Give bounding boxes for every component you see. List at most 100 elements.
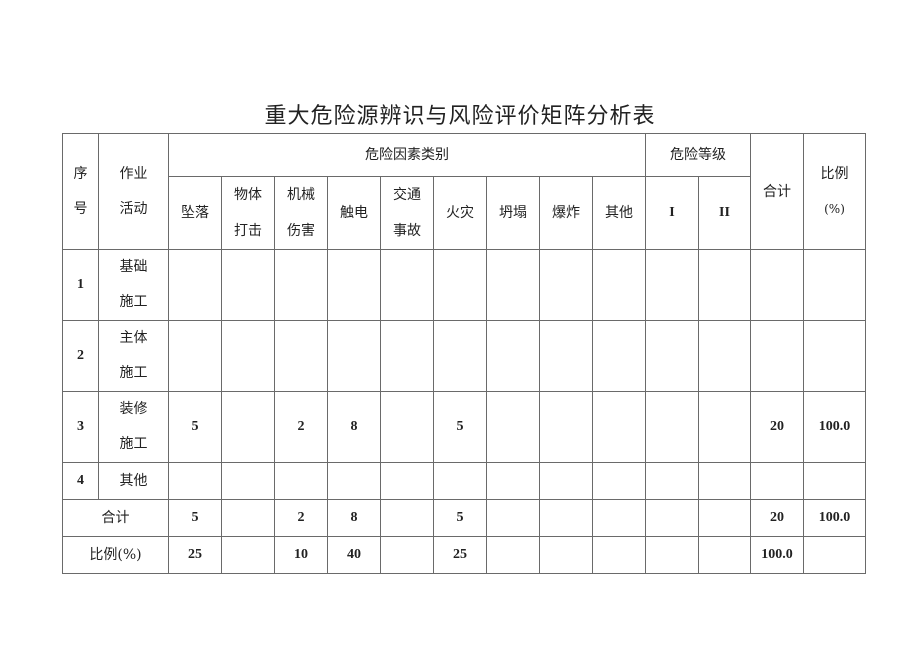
header-hazard-type-line: 事故 (393, 223, 421, 239)
row-seq: 1 (62, 249, 99, 321)
sum-row-ratio: 100.0 (803, 499, 866, 537)
table-cell (592, 499, 646, 537)
header-ratio-line: 比例 (820, 165, 849, 182)
header-hazard-type-line: 交通 (393, 187, 421, 203)
header-ratio: 比例 (%) (803, 133, 866, 250)
header-hazard-type: 物体 打击 (221, 176, 275, 250)
table-cell (221, 320, 275, 392)
table-cell (645, 536, 699, 574)
header-row-1: 序 号 作业 活动 危险因素类别 危险等级 合计 比例 (%) (62, 133, 866, 250)
header-hazard-type-line: 火灾 (446, 205, 474, 221)
table-cell (592, 536, 646, 574)
row-activity-line: 主体 (119, 330, 148, 346)
table-row: 4 其他 (62, 462, 866, 500)
row-activity: 其他 (98, 462, 169, 500)
table-cell (168, 320, 222, 392)
table-cell (592, 249, 646, 321)
sum-row: 合计 5 2 8 5 20 100.0 (62, 499, 866, 537)
table-cell: 5 (433, 499, 487, 537)
table-cell: 2 (274, 499, 328, 537)
table-cell: 8 (327, 499, 381, 537)
row-total (750, 320, 804, 392)
table-cell (486, 536, 540, 574)
table-cell (433, 320, 487, 392)
row-activity-line: 其他 (119, 472, 148, 489)
header-hazard-type-line: 坍塌 (499, 205, 527, 221)
table-cell (327, 320, 381, 392)
table-cell (698, 391, 751, 463)
header-activity-line: 活动 (119, 200, 148, 217)
table-cell (539, 320, 593, 392)
table-cell (592, 391, 646, 463)
table-cell (380, 391, 434, 463)
table-cell (327, 249, 381, 321)
table-cell: 5 (168, 391, 222, 463)
header-hazard-type: 爆炸 (539, 176, 593, 250)
header-activity: 作业 活动 (98, 133, 169, 250)
header-hazard-type-line: 其他 (605, 205, 633, 221)
row-total: 20 (750, 391, 804, 463)
header-hazard-type: 火灾 (433, 176, 487, 250)
table-row: 2 主体 施工 (62, 320, 866, 392)
row-ratio (803, 249, 866, 321)
header-seq: 序 号 (62, 133, 99, 250)
header-level: II (698, 176, 751, 250)
row-ratio (803, 320, 866, 392)
table-cell (698, 320, 751, 392)
header-seq-line: 号 (73, 200, 88, 217)
header-hazard-type: 坍塌 (486, 176, 540, 250)
sum-row-label: 合计 (62, 499, 169, 537)
table-cell (698, 462, 751, 500)
table-cell (539, 536, 593, 574)
table-row: 3 装修 施工 5 2 8 5 20 100.0 (62, 391, 866, 463)
table-cell (539, 391, 593, 463)
row-seq: 3 (62, 391, 99, 463)
header-hazard-type-line: 物体 (234, 187, 262, 203)
table-cell (327, 462, 381, 500)
row-ratio: 100.0 (803, 391, 866, 463)
row-activity-line: 施工 (119, 436, 148, 452)
table-cell (698, 499, 751, 537)
table-cell (168, 249, 222, 321)
table-cell (698, 536, 751, 574)
table-cell (645, 320, 699, 392)
table-cell (645, 499, 699, 537)
table-cell (486, 462, 540, 500)
header-ratio-line: (%) (824, 201, 845, 216)
table-cell: 5 (433, 391, 487, 463)
table-cell (221, 462, 275, 500)
header-row-2: 坠落 物体打击 机械 伤害 触电 交通事故 火灾 坍塌 爆炸 其他 I II (63, 176, 866, 250)
row-activity: 基础 施工 (98, 249, 169, 321)
page-title: 重大危险源辨识与风险评价矩阵分析表 (264, 104, 656, 129)
header-level-group: 危险等级 (645, 133, 751, 177)
table-cell (698, 249, 751, 321)
table-cell (645, 462, 699, 500)
header-hazard-type: 坠落 (168, 176, 222, 250)
ratio-row-ratio (803, 536, 866, 574)
header-hazard-type-line: 触电 (340, 205, 368, 221)
table-cell: 10 (274, 536, 328, 574)
table-cell (274, 462, 328, 500)
header-total: 合计 (750, 133, 804, 250)
row-ratio (803, 462, 866, 500)
header-level: I (645, 176, 699, 250)
ratio-row-label: 比例(%) (62, 536, 169, 574)
header-hazard-type-line: 机械 (287, 187, 315, 203)
table-cell (380, 462, 434, 500)
header-activity-line: 作业 (119, 165, 148, 182)
header-seq-line: 序 (73, 165, 88, 182)
table-cell: 25 (433, 536, 487, 574)
table-cell (486, 320, 540, 392)
table-cell (274, 249, 328, 321)
row-activity: 装修 施工 (98, 391, 169, 463)
table-cell (645, 391, 699, 463)
header-hazard-type-line: 爆炸 (552, 205, 580, 221)
table-cell (380, 249, 434, 321)
table-cell (645, 249, 699, 321)
header-hazard-type: 机械 伤害 (274, 176, 328, 250)
header-hazard-type-line: 打击 (234, 223, 262, 239)
table-cell: 5 (168, 499, 222, 537)
table-cell (486, 391, 540, 463)
table-cell (168, 462, 222, 500)
table-cell (221, 536, 275, 574)
